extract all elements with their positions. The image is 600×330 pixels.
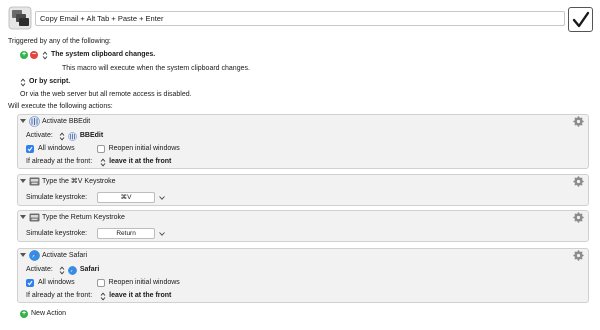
app-selector[interactable]: BBEdit — [80, 131, 103, 141]
keyboard-icon — [29, 177, 40, 186]
checkmark-icon — [27, 146, 33, 152]
simulate-keystroke-label: Simulate keystroke: — [26, 193, 88, 201]
add-action-icon[interactable]: + — [20, 310, 28, 318]
windows-options-row: All windows Reopen initial windows — [26, 278, 180, 288]
updown-chevron-icon[interactable] — [59, 132, 65, 141]
safari-icon — [68, 265, 77, 275]
simulate-keystroke-label: Simulate keystroke: — [26, 229, 88, 237]
updown-chevron-icon[interactable] — [100, 292, 106, 301]
chevron-down-icon[interactable] — [157, 229, 167, 239]
keyboard-icon — [29, 213, 40, 222]
new-action-button[interactable]: + New Action — [20, 309, 66, 319]
front-option-row: If already at the front: leave it at the… — [26, 291, 171, 301]
action-title: Type the ⌘V Keystroke — [42, 178, 116, 185]
front-behavior-selector[interactable]: leave it at the front — [109, 291, 171, 301]
action-title: Activate BBEdit — [42, 118, 91, 125]
updown-chevron-icon[interactable] — [100, 158, 106, 167]
bbedit-icon — [68, 131, 77, 141]
chevron-down-icon[interactable] — [157, 193, 167, 203]
reopen-windows-label: Reopen initial windows — [108, 279, 180, 286]
macro-group-icon — [8, 6, 32, 30]
reopen-windows-checkbox[interactable] — [96, 145, 105, 153]
reopen-windows-label: Reopen initial windows — [108, 145, 180, 152]
script-trigger-label[interactable]: Or by script. — [29, 77, 70, 87]
action-activate-safari[interactable]: Activate Safari Activate: Safari All win… — [17, 248, 589, 303]
activate-row: Activate: Safari — [26, 265, 99, 275]
keystroke-field[interactable]: ⌘V — [97, 192, 156, 203]
safari-icon — [29, 250, 40, 261]
keystroke-field[interactable]: Return — [97, 228, 156, 239]
action-type-return[interactable]: Type the Return Keystroke Simulate keyst… — [17, 210, 589, 242]
triggers-heading: Triggered by any of the following: — [8, 38, 111, 45]
new-action-label: New Action — [31, 310, 67, 317]
disclosure-triangle-icon[interactable] — [20, 178, 26, 184]
checkmark-icon — [572, 11, 589, 27]
app-selector[interactable]: Safari — [80, 265, 99, 275]
gear-icon[interactable] — [573, 212, 584, 223]
front-behavior-selector[interactable]: leave it at the front — [109, 157, 171, 167]
action-title: Activate Safari — [42, 252, 88, 259]
all-windows-checkbox[interactable] — [26, 279, 34, 287]
trigger-row-clipboard: + − The system clipboard changes. — [20, 50, 155, 60]
macro-name-field[interactable]: Copy Email + Alt Tab + Paste + Enter — [35, 11, 565, 26]
reopen-windows-checkbox[interactable] — [96, 279, 105, 287]
disclosure-triangle-icon[interactable] — [20, 214, 26, 220]
macro-enabled-checkbox[interactable] — [568, 7, 593, 32]
activate-label: Activate: — [26, 266, 53, 273]
updown-chevron-icon[interactable] — [42, 51, 48, 60]
keystroke-row: Simulate keystroke: Return — [26, 228, 167, 239]
action-type-cmd-v[interactable]: Type the ⌘V Keystroke Simulate keystroke… — [17, 174, 589, 206]
keystroke-row: Simulate keystroke: ⌘V — [26, 192, 167, 203]
front-label: If already at the front: — [26, 292, 93, 299]
activate-row: Activate: BBEdit — [26, 131, 103, 141]
updown-chevron-icon[interactable] — [59, 266, 65, 275]
action-title: Type the Return Keystroke — [42, 214, 125, 221]
add-trigger-icon[interactable]: + — [20, 51, 28, 59]
checkmark-icon — [27, 280, 33, 286]
all-windows-checkbox[interactable] — [26, 145, 34, 153]
web-server-note: Or via the web server but all remote acc… — [20, 91, 192, 98]
remove-trigger-icon[interactable]: − — [30, 51, 38, 59]
disclosure-triangle-icon[interactable] — [20, 118, 26, 124]
all-windows-label: All windows — [38, 279, 75, 286]
front-label: If already at the front: — [26, 158, 93, 165]
bbedit-icon — [29, 116, 40, 127]
gear-icon[interactable] — [573, 250, 584, 261]
clipboard-trigger-label[interactable]: The system clipboard changes. — [51, 50, 155, 60]
actions-heading: Will execute the following actions: — [8, 103, 113, 110]
disclosure-triangle-icon[interactable] — [20, 252, 26, 258]
front-option-row: If already at the front: leave it at the… — [26, 157, 171, 167]
gear-icon[interactable] — [573, 116, 584, 127]
action-activate-bbedit[interactable]: Activate BBEdit Activate: BBEdit All win… — [17, 114, 589, 169]
activate-label: Activate: — [26, 132, 53, 139]
gear-icon[interactable] — [573, 176, 584, 187]
trigger-row-script: Or by script. — [20, 77, 70, 87]
updown-chevron-icon[interactable] — [20, 78, 26, 87]
all-windows-label: All windows — [38, 145, 75, 152]
windows-options-row: All windows Reopen initial windows — [26, 144, 180, 154]
clipboard-trigger-description: This macro will execute when the system … — [62, 65, 250, 72]
